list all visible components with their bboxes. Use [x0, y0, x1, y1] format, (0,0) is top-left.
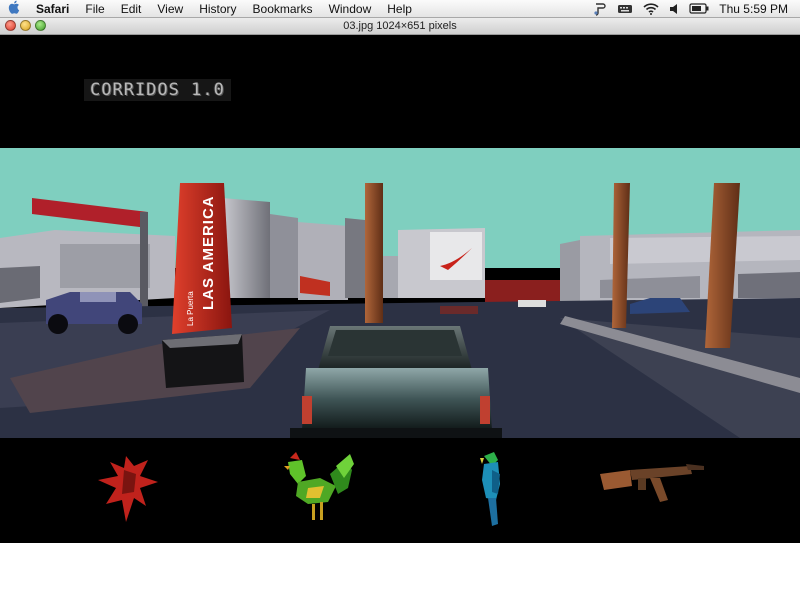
window-title-bar[interactable]: 03.jpg 1024×651 pixels — [0, 18, 800, 35]
volume-icon[interactable] — [669, 3, 679, 15]
status-tray: Thu 5:59 PM — [593, 2, 800, 16]
script-menu-icon[interactable] — [593, 2, 607, 16]
parrot-icon — [480, 452, 500, 526]
inventory-item-rooster[interactable] — [280, 448, 356, 528]
inventory-item-parrot[interactable] — [474, 448, 508, 528]
window-title: 03.jpg 1024×651 pixels — [343, 20, 457, 32]
menu-window[interactable]: Window — [321, 0, 380, 18]
inventory-item-rifle[interactable] — [598, 448, 706, 528]
battery-icon[interactable] — [689, 3, 709, 14]
menu-bar: Safari File Edit View History Bookmarks … — [0, 0, 800, 18]
red-figure-icon — [98, 456, 158, 522]
rooster-icon — [284, 452, 354, 520]
distant-car-white — [518, 300, 546, 307]
window-empty-area — [0, 543, 800, 600]
menu-file[interactable]: File — [77, 0, 112, 18]
menu-view[interactable]: View — [149, 0, 191, 18]
menu-bookmarks[interactable]: Bookmarks — [245, 0, 321, 18]
pillar-sign-text: LAS AMERICA — [200, 195, 217, 310]
keyboard-icon[interactable] — [617, 3, 633, 15]
menu-help[interactable]: Help — [379, 0, 420, 18]
menu-clock[interactable]: Thu 5:59 PM — [719, 2, 788, 16]
game-title: CORRIDOS 1.0 — [84, 79, 231, 101]
game-scene-render: LAS AMERICA La Puerta — [0, 148, 800, 438]
game-scene: LAS AMERICA La Puerta — [0, 148, 800, 438]
wifi-icon[interactable] — [643, 2, 659, 15]
inventory-item-red-figure[interactable] — [96, 448, 162, 528]
menu-edit[interactable]: Edit — [113, 0, 150, 18]
pole-1 — [365, 183, 383, 323]
distant-car — [440, 306, 478, 314]
apple-logo-icon[interactable] — [0, 0, 28, 17]
inventory-bar — [0, 438, 800, 543]
image-viewer: CORRIDOS 1.0 LAS AMERICA La Puerta — [0, 35, 800, 543]
pillar-small-text: La Puerta — [186, 291, 195, 326]
menu-app-safari[interactable]: Safari — [28, 0, 77, 18]
menu-history[interactable]: History — [191, 0, 244, 18]
game-header: CORRIDOS 1.0 — [0, 35, 800, 148]
rifle-icon — [600, 464, 704, 502]
